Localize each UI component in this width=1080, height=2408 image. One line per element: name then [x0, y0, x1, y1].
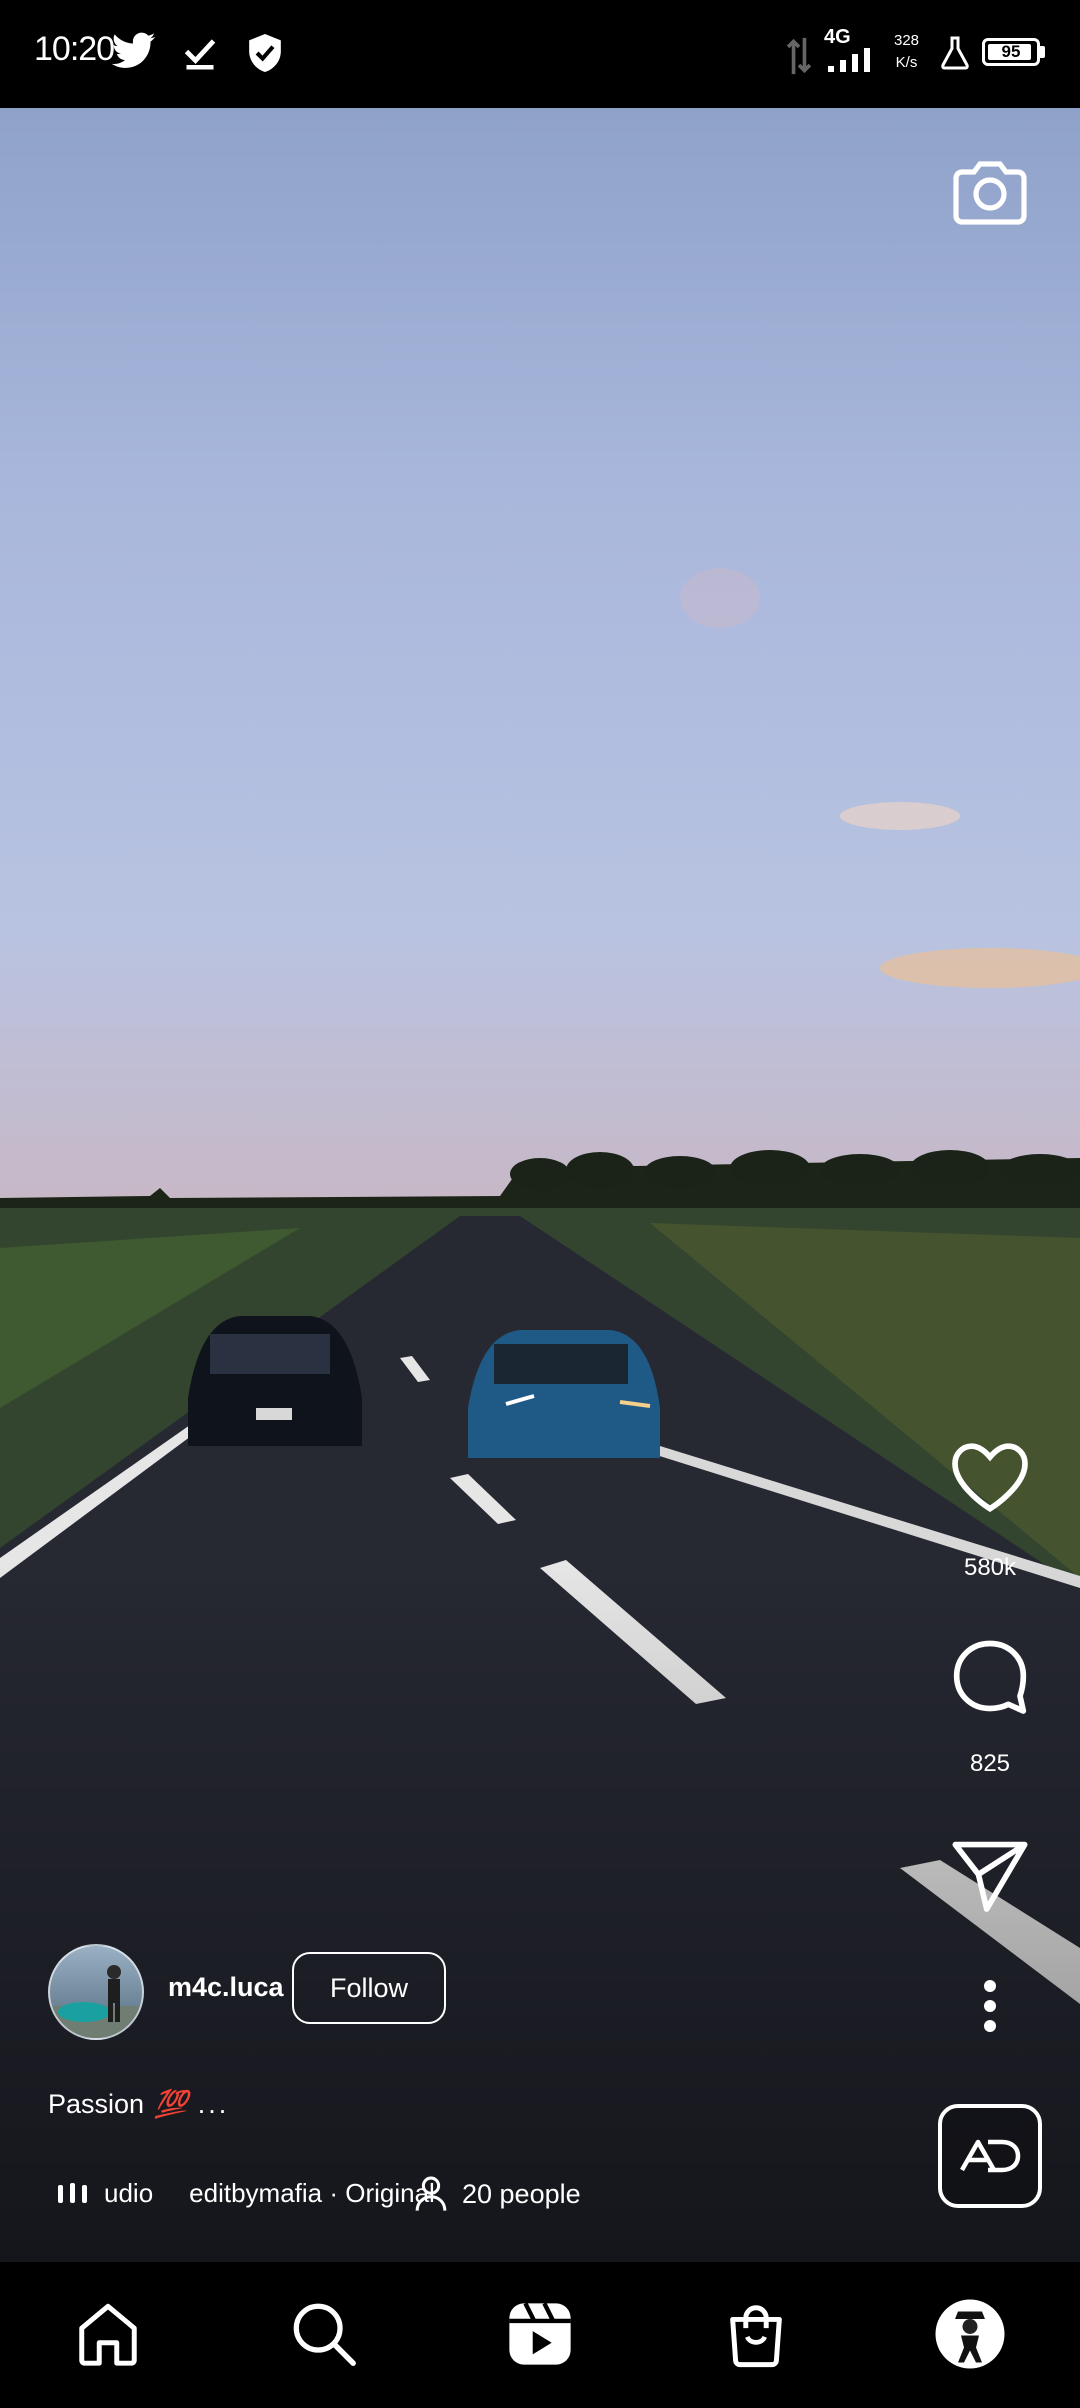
share-button[interactable]: [940, 1838, 1040, 1914]
speed-unit: K/s: [895, 54, 918, 71]
bottom-nav: [0, 2262, 1080, 2408]
author-username[interactable]: m4c.luca: [168, 1972, 284, 2003]
battery-level: 95: [1001, 42, 1021, 61]
signal-icon: [828, 48, 870, 72]
comment-button[interactable]: [940, 1636, 1040, 1716]
status-bar: 10:20 4G 328 K/s 95: [0, 0, 1080, 108]
reels-icon: [509, 2302, 571, 2365]
download-done-icon: [184, 39, 216, 70]
battery-tip: [1040, 46, 1045, 58]
ad-badge[interactable]: [938, 2104, 1042, 2208]
comment-icon: [953, 1640, 1027, 1714]
audio-label: udio: [104, 2178, 154, 2208]
reel-video[interactable]: [0, 108, 1080, 2262]
comment-count: 825: [969, 1750, 1011, 1777]
caption-text: Passion: [48, 2089, 145, 2119]
heart-icon: [952, 1443, 1028, 1512]
search-icon: [293, 2303, 356, 2366]
flask-icon: [941, 36, 969, 70]
ad-logo-icon: [960, 2139, 1021, 2173]
audio-source: editbymafia · Original: [189, 2178, 435, 2208]
data-arrows-icon: [786, 37, 812, 75]
more-vertical-icon: [984, 1980, 996, 2032]
camera-icon[interactable]: [950, 152, 1030, 232]
more-options-button[interactable]: [940, 1978, 1040, 2034]
audio-info[interactable]: udio editbymafia · Original: [56, 2178, 435, 2209]
shop-icon: [730, 2305, 782, 2368]
send-icon: [952, 1841, 1028, 1912]
caption[interactable]: Passion 💯...: [48, 2088, 229, 2120]
network-type: 4G: [824, 26, 851, 48]
nav-search[interactable]: [288, 2298, 360, 2370]
like-count: 580k: [963, 1554, 1017, 1581]
nav-home[interactable]: [72, 2298, 144, 2370]
nav-reels[interactable]: [504, 2298, 576, 2370]
network-speed: 328 K/s: [894, 30, 919, 74]
home-icon: [79, 2303, 137, 2366]
battery-icon: 95: [982, 38, 1040, 66]
nav-shop[interactable]: [720, 2298, 792, 2370]
audio-bars-icon: [58, 2182, 87, 2203]
speed-value: 328: [894, 32, 920, 49]
shield-icon: [249, 34, 281, 72]
author-avatar[interactable]: [48, 1944, 144, 2040]
person-icon: [415, 2176, 447, 2211]
hundred-points-emoji: 💯: [154, 2089, 188, 2119]
bottom-gradient: [0, 1562, 1080, 2262]
caption-more[interactable]: ...: [198, 2089, 230, 2119]
nav-profile[interactable]: [934, 2298, 1006, 2370]
twitter-icon: [112, 32, 156, 68]
avatar-image: [50, 1965, 142, 2038]
follow-button[interactable]: Follow: [292, 1952, 446, 2024]
like-button[interactable]: [940, 1440, 1040, 1514]
status-time: 10:20: [34, 30, 115, 68]
people-count: 20 people: [462, 2178, 581, 2209]
people-info[interactable]: 20 people: [414, 2176, 581, 2212]
profile-avatar: [935, 2299, 1005, 2369]
